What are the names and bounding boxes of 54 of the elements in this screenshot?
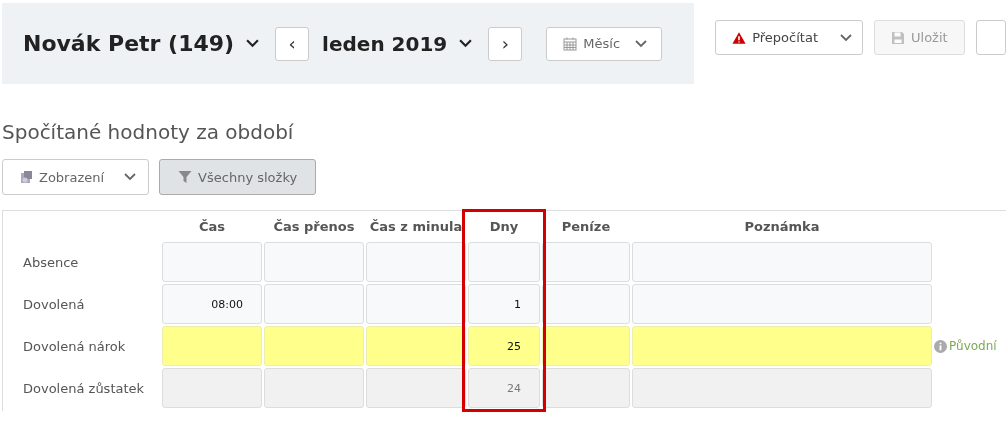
period-label[interactable]: leden 2019 [322, 31, 448, 56]
row-label: Dovolená nárok [22, 338, 127, 354]
table-cell[interactable]: 08:00 [162, 284, 262, 324]
row-label: Dovolená [22, 296, 86, 312]
table-cell[interactable] [162, 242, 262, 282]
view-dropdown[interactable]: Měsíc [546, 26, 663, 61]
table-cell[interactable]: 1 [468, 284, 540, 324]
table-cell[interactable] [632, 284, 932, 324]
toolbar-button[interactable] [976, 20, 1006, 55]
table-cell[interactable] [264, 368, 364, 408]
table-cell[interactable] [468, 242, 540, 282]
column-header: Dny [488, 218, 520, 234]
table-cell[interactable] [162, 368, 262, 408]
table-cell[interactable] [632, 368, 932, 408]
employee-name[interactable]: Novák Petr (149) [23, 31, 235, 56]
chevron-down-icon[interactable] [246, 39, 260, 48]
row-label: Absence [22, 254, 80, 270]
table-cell[interactable] [542, 368, 630, 408]
warning-icon [732, 30, 747, 45]
table-cell[interactable] [366, 242, 466, 282]
column-header: Čas [197, 218, 227, 234]
column-header: Čas z minula [368, 218, 464, 234]
column-header: Čas přenos [272, 218, 356, 234]
table-cell[interactable] [264, 242, 364, 282]
table-cell[interactable] [366, 326, 466, 366]
settings-sheet-icon [19, 170, 33, 184]
table-cell[interactable]: 24 [468, 368, 540, 408]
previous-button[interactable]: ‹ [275, 26, 310, 61]
calendar-icon [563, 36, 578, 51]
info-icon [934, 339, 947, 353]
table-cell[interactable] [162, 326, 262, 366]
display-dropdown[interactable]: Zobrazení [2, 159, 150, 195]
chevron-down-icon [840, 33, 852, 42]
recalculate-button[interactable]: Přepočítat [715, 20, 863, 55]
chevron-down-icon [635, 39, 648, 48]
table-cell[interactable] [542, 242, 630, 282]
table-cell[interactable] [542, 284, 630, 324]
table-cell[interactable] [632, 326, 932, 366]
chevron-down-icon[interactable] [459, 39, 473, 48]
row-label: Dovolená zůstatek [22, 380, 146, 396]
column-header: Poznámka [743, 218, 821, 234]
table-cell[interactable] [632, 242, 932, 282]
section-title: Spočítané hodnoty za období [2, 120, 295, 144]
table-cell[interactable] [264, 284, 364, 324]
filter-button[interactable]: Všechny složky [159, 159, 317, 195]
table-cell[interactable] [366, 368, 466, 408]
chevron-down-icon [124, 173, 137, 181]
column-header: Peníze [560, 218, 612, 234]
table-cell[interactable] [542, 326, 630, 366]
filter-icon [178, 170, 193, 184]
table-cell[interactable] [264, 326, 364, 366]
table-cell[interactable]: 25 [468, 326, 540, 366]
next-button[interactable]: › [488, 26, 523, 61]
table-cell[interactable] [366, 284, 466, 324]
